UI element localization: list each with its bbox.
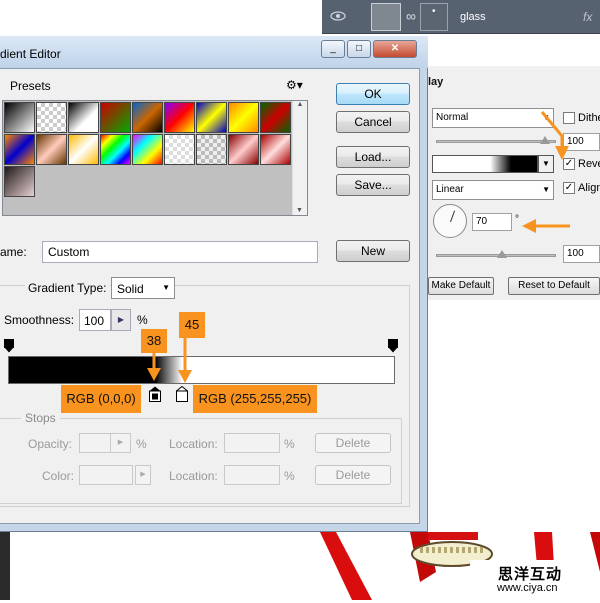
delete-opacity-stop-button[interactable]: Delete [315, 433, 391, 453]
stop1-color-callout: RGB (0,0,0) [61, 385, 141, 413]
style-value: Linear [436, 184, 464, 195]
preset-swatch[interactable] [228, 134, 259, 165]
color-label: Color: [42, 469, 75, 483]
blend-mode-select[interactable]: Normal ▼ [432, 108, 554, 128]
color-location-input[interactable] [224, 465, 280, 485]
layer-name[interactable]: glass [460, 11, 486, 23]
make-default-button[interactable]: Make Default [428, 277, 494, 295]
preset-swatch[interactable] [4, 166, 35, 197]
preset-swatch[interactable] [4, 102, 35, 133]
preset-swatch[interactable] [260, 102, 291, 133]
percent-sign: % [136, 437, 147, 451]
stop2-color-callout: RGB (255,255,255) [193, 385, 317, 413]
stops-group [0, 418, 402, 504]
cancel-button[interactable]: Cancel [336, 111, 410, 133]
percent-sign: % [137, 313, 148, 327]
opacity-location-input[interactable] [224, 433, 280, 453]
preset-swatch[interactable] [260, 134, 291, 165]
watermark-url: www.ciya.cn [497, 582, 558, 594]
gradient-preview[interactable] [432, 155, 538, 173]
angle-dial[interactable] [433, 204, 467, 238]
gradient-type-value: Solid [117, 282, 144, 296]
preset-swatch[interactable] [100, 102, 131, 133]
preset-swatch[interactable] [68, 102, 99, 133]
color-menu-arrow-icon[interactable]: ▶ [135, 465, 151, 485]
blend-mode-value: Normal [436, 112, 469, 123]
save-button[interactable]: Save... [336, 174, 410, 196]
mask-dot-icon: • [432, 6, 436, 17]
stops-group-label: Stops [21, 411, 60, 425]
arrow-down-icon [147, 352, 161, 381]
minimize-button[interactable]: _ [321, 40, 345, 58]
delete-color-stop-button[interactable]: Delete [315, 465, 391, 485]
preset-swatch[interactable] [36, 102, 67, 133]
reset-default-button[interactable]: Reset to Default [508, 277, 600, 295]
new-button[interactable]: New [336, 240, 410, 262]
arrow-to-reverse-icon [540, 111, 569, 160]
eye-icon[interactable] [330, 8, 346, 24]
watermark-brand: 思洋互动 [498, 566, 563, 583]
presets-scrollbar[interactable]: ▲ ▼ [292, 101, 307, 215]
preset-swatch[interactable] [196, 134, 227, 165]
stop2-location-callout: 45 [179, 312, 205, 338]
stop-opacity-input[interactable]: ▶ [79, 433, 131, 453]
preset-swatch[interactable] [100, 134, 131, 165]
scroll-up-icon[interactable]: ▲ [293, 101, 307, 108]
ok-button[interactable]: OK [336, 83, 410, 105]
link-icon[interactable]: ∞ [406, 8, 416, 24]
stop1-location-callout: 38 [141, 329, 167, 353]
gradient-type-select[interactable]: Solid ▼ [111, 277, 175, 299]
scale-field[interactable]: 100 [563, 245, 600, 263]
name-label: ame: [0, 245, 27, 259]
color-stop-white[interactable] [176, 386, 188, 402]
smoothness-stepper[interactable]: ▶ [111, 309, 131, 331]
scale-slider-thumb[interactable] [497, 250, 507, 258]
layer-thumbnail[interactable] [371, 3, 401, 31]
scale-slider[interactable] [436, 254, 556, 257]
style-select[interactable]: Linear ▼ [432, 180, 554, 200]
stepper-arrow-icon[interactable]: ▶ [110, 434, 130, 452]
preset-swatch[interactable] [68, 134, 99, 165]
presets-label: Presets [10, 79, 51, 93]
preset-swatch[interactable] [132, 134, 163, 165]
name-input[interactable]: Custom [42, 241, 318, 263]
degree-symbol: ° [515, 214, 519, 225]
align-checkbox[interactable]: ✓ [563, 182, 575, 194]
color-location-label: Location: [169, 469, 218, 483]
smoothness-input[interactable]: 100 [79, 309, 111, 331]
gear-icon[interactable]: ⚙▾ [286, 78, 303, 92]
fx-icon[interactable]: fx [583, 10, 592, 24]
arrow-down-icon [178, 338, 192, 383]
preset-swatch[interactable] [132, 102, 163, 133]
window-title: dient Editor [0, 47, 61, 61]
preset-swatch[interactable] [228, 102, 259, 133]
smoothness-label: Smoothness: [4, 313, 75, 327]
maximize-button[interactable]: □ [347, 40, 371, 58]
chevron-down-icon: ▼ [162, 283, 170, 292]
preset-swatch[interactable] [4, 134, 35, 165]
opacity-stop-left[interactable] [4, 339, 14, 353]
preset-swatch[interactable] [36, 134, 67, 165]
load-button[interactable]: Load... [336, 146, 410, 168]
opacity-stop-right[interactable] [388, 339, 398, 353]
align-label: Align [578, 182, 600, 194]
gradient-bar[interactable] [8, 356, 395, 384]
percent-sign: % [284, 469, 295, 483]
angle-field[interactable]: 70 [472, 213, 512, 231]
panel-title: lay [428, 76, 444, 88]
scroll-down-icon[interactable]: ▼ [293, 207, 306, 214]
preset-swatch[interactable] [164, 102, 195, 133]
opacity-label: Opacity: [28, 437, 73, 451]
arrow-to-angle-icon [522, 219, 570, 233]
color-stop-black[interactable] [149, 386, 161, 402]
close-button[interactable]: ✕ [373, 40, 417, 58]
gradient-type-label: Gradient Type: [25, 281, 110, 295]
preset-swatch[interactable] [164, 134, 195, 165]
stop-color-swatch[interactable] [79, 465, 133, 485]
percent-sign: % [284, 437, 295, 451]
chevron-down-icon: ▼ [542, 185, 550, 194]
opacity-location-label: Location: [169, 437, 218, 451]
preset-swatch[interactable] [196, 102, 227, 133]
